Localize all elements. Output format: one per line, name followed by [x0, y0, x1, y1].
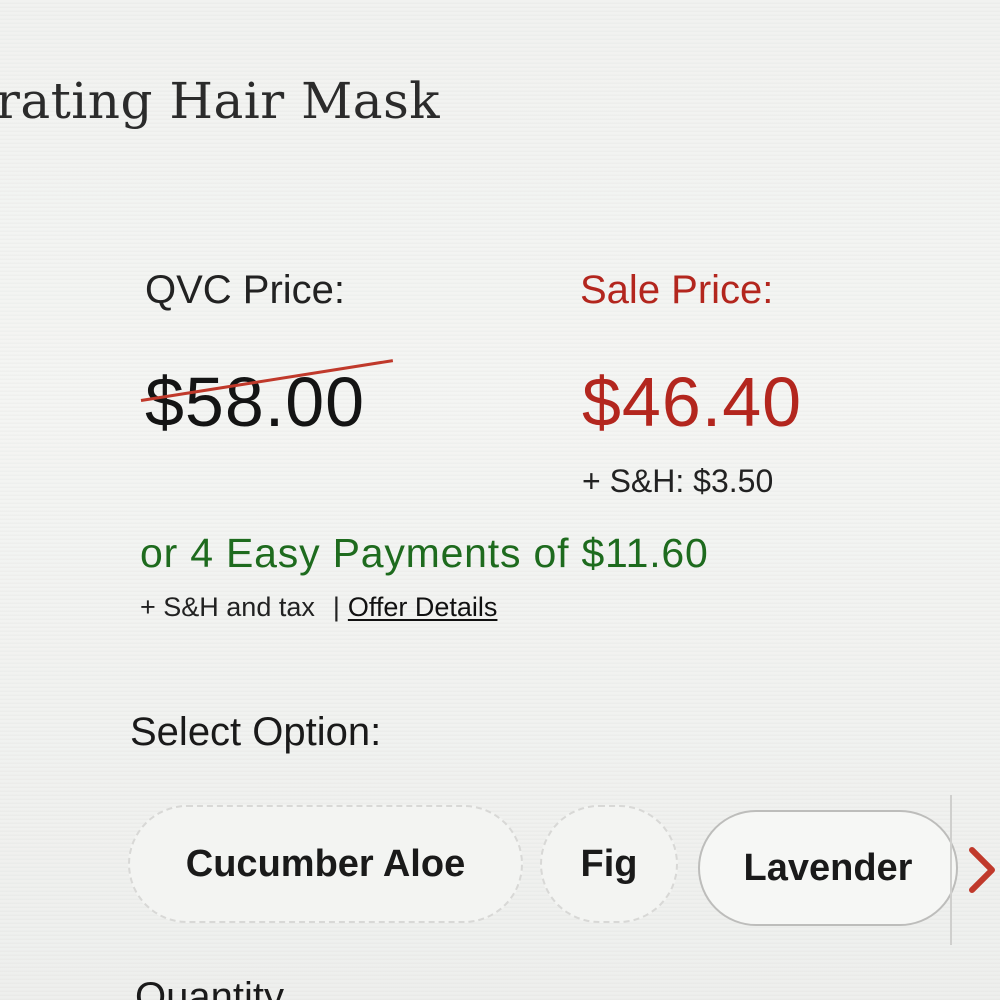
tax-note-line: + S&H and tax | Offer Details: [140, 592, 497, 623]
sale-price-label: Sale Price:: [580, 268, 774, 312]
shipping-cost: + S&H: $3.50: [582, 463, 774, 499]
quantity-label: Quantity: [135, 975, 284, 1000]
easy-payments-text: or 4 Easy Payments of $11.60: [140, 530, 709, 576]
sale-price: $46.40: [582, 363, 803, 441]
tax-note: + S&H and tax: [140, 592, 315, 622]
option-label: Fig: [580, 842, 638, 885]
option-label: Cucumber Aloe: [185, 842, 466, 885]
offer-details-link[interactable]: Offer Details: [348, 592, 498, 622]
chevron-right-icon[interactable]: [966, 840, 1000, 900]
separator: |: [332, 592, 340, 622]
option-lavender[interactable]: Lavender: [698, 810, 958, 926]
qvc-price-label: QVC Price:: [145, 268, 346, 312]
select-option-label: Select Option:: [130, 710, 382, 754]
option-label: Lavender: [743, 846, 913, 889]
option-cucumber-aloe[interactable]: Cucumber Aloe: [128, 805, 523, 923]
qvc-price: $58.00: [145, 363, 366, 441]
option-fig[interactable]: Fig: [540, 805, 678, 923]
product-title: rating Hair Mask: [0, 72, 441, 130]
carousel-divider: [950, 795, 952, 945]
